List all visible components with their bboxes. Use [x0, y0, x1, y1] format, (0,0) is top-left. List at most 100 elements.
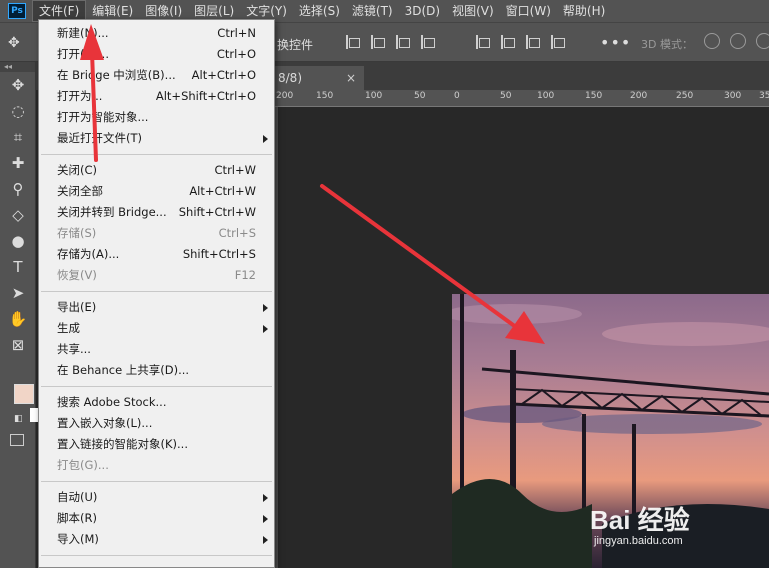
align-top-icon[interactable] — [476, 33, 490, 51]
ruler-label: 200 — [630, 91, 648, 101]
menu-item-close-all[interactable]: 关闭全部 Alt+Ctrl+W — [39, 181, 274, 202]
menu-item-label: 搜索 Adobe Stock... — [57, 395, 167, 409]
default-colors-icon[interactable]: ◧ — [14, 414, 23, 424]
menu-item-label: 存储(S) — [57, 226, 97, 240]
align-distribute-v-icon[interactable] — [551, 33, 565, 51]
menu-filter[interactable]: 滤镜(T) — [346, 0, 399, 22]
menu-separator — [41, 386, 272, 387]
move-tool-icon[interactable]: ✥ — [8, 35, 20, 51]
more-options-button[interactable]: ••• — [600, 33, 631, 52]
3d-mode-label: 3D 模式： — [641, 38, 693, 51]
3d-mode-icons — [704, 33, 769, 49]
menu-item-shortcut: Alt+Shift+Ctrl+O — [155, 89, 256, 103]
menu-help[interactable]: 帮助(H) — [557, 0, 611, 22]
foreground-color-swatch[interactable] — [14, 384, 34, 404]
ruler-label: 300 — [724, 91, 742, 101]
menu-item-label: 在 Behance 上共享(D)... — [57, 363, 190, 377]
ruler-label: 0 — [454, 91, 460, 101]
menu-item-open[interactable]: 打开(O)... Ctrl+O — [39, 44, 274, 65]
ruler-label: 100 — [537, 91, 555, 101]
healing-brush-icon[interactable]: ✚ — [0, 150, 36, 176]
ruler-label: 35 — [759, 91, 769, 101]
menu-item-search-adobe-stock[interactable]: 搜索 Adobe Stock... — [39, 392, 274, 413]
menu-separator — [41, 481, 272, 482]
ruler-label: 50 — [500, 91, 512, 101]
menu-separator — [41, 291, 272, 292]
submenu-arrow-icon — [263, 325, 268, 333]
menu-item-new[interactable]: 新建(N)... Ctrl+N — [39, 23, 274, 44]
menu-item-open-as[interactable]: 打开为... Alt+Shift+Ctrl+O — [39, 86, 274, 107]
menu-item-label: 打开为... — [57, 89, 103, 103]
collapse-panel-icon[interactable]: ◂◂ — [0, 62, 35, 72]
ruler-label: 250 — [676, 91, 694, 101]
3d-roll-icon[interactable] — [730, 33, 746, 49]
align-left-icon[interactable] — [346, 33, 360, 51]
eraser-tool-icon[interactable]: ◇ — [0, 202, 36, 228]
3d-orbit-icon[interactable] — [704, 33, 720, 49]
menu-item-label: 关闭(C) — [57, 163, 98, 177]
align-center-h-icon[interactable] — [371, 33, 385, 51]
horizontal-ruler: 200 150 100 50 0 50 100 150 200 250 300 … — [274, 90, 769, 107]
menu-item-share-behance[interactable]: 在 Behance 上共享(D)... — [39, 360, 274, 381]
menu-item-label: 关闭全部 — [57, 184, 103, 198]
align-right-icon[interactable] — [396, 33, 410, 51]
menu-select[interactable]: 选择(S) — [293, 0, 346, 22]
menu-item-close[interactable]: 关闭(C) Ctrl+W — [39, 160, 274, 181]
menu-item-browse-bridge[interactable]: 在 Bridge 中浏览(B)... Alt+Ctrl+O — [39, 65, 274, 86]
menu-item-label: 最近打开文件(T) — [57, 131, 142, 145]
submenu-arrow-icon — [263, 304, 268, 312]
menu-item-shortcut: Shift+Ctrl+W — [178, 205, 256, 219]
menu-item-label: 新建(N)... — [57, 26, 109, 40]
photoshop-logo-icon: Ps — [8, 3, 26, 19]
move-tool-icon[interactable]: ✥ — [0, 72, 36, 98]
3d-pan-icon[interactable] — [756, 33, 769, 49]
close-tab-icon[interactable]: × — [346, 66, 356, 90]
menu-item-export[interactable]: 导出(E) — [39, 297, 274, 318]
menu-3d[interactable]: 3D(D) — [399, 0, 446, 22]
submenu-arrow-icon — [263, 494, 268, 502]
menu-item-import[interactable]: 导入(M) — [39, 529, 274, 550]
menu-item-recent-files[interactable]: 最近打开文件(T) — [39, 128, 274, 149]
menu-item-label: 置入链接的智能对象(K)... — [57, 437, 188, 451]
menu-window[interactable]: 窗口(W) — [500, 0, 557, 22]
menu-view[interactable]: 视图(V) — [446, 0, 500, 22]
align-bottom-icon[interactable] — [526, 33, 540, 51]
type-tool-icon[interactable]: T — [0, 254, 36, 280]
quick-mask-icon[interactable] — [10, 434, 24, 446]
align-middle-v-icon[interactable] — [501, 33, 515, 51]
align-distribute-h-icon[interactable] — [421, 33, 435, 51]
background-color-swatch[interactable] — [30, 408, 38, 422]
file-menu-dropdown: 新建(N)... Ctrl+N 打开(O)... Ctrl+O 在 Bridge 中… — [38, 19, 275, 568]
menu-item-shortcut: Shift+Ctrl+S — [182, 247, 256, 261]
menu-item-place-embedded[interactable]: 置入嵌入对象(L)... — [39, 413, 274, 434]
menu-separator — [41, 555, 272, 556]
menu-item-revert[interactable]: 恢复(V) F12 — [39, 265, 274, 286]
stamp-tool-icon[interactable]: ⚲ — [0, 176, 36, 202]
menu-item-automate[interactable]: 自动(U) — [39, 487, 274, 508]
document-tab[interactable]: 8/8) × — [274, 66, 364, 90]
menu-item-generate[interactable]: 生成 — [39, 318, 274, 339]
menu-item-shortcut: Alt+Ctrl+O — [191, 68, 256, 82]
menu-item-place-linked[interactable]: 置入链接的智能对象(K)... — [39, 434, 274, 455]
menu-item-share[interactable]: 共享... — [39, 339, 274, 360]
baidu-logo: Bai 经验 — [590, 500, 690, 537]
frame-tool-icon[interactable]: ⊠ — [0, 332, 36, 358]
menu-item-package[interactable]: 打包(G)... — [39, 455, 274, 476]
hand-tool-icon[interactable]: ✋ — [0, 306, 36, 332]
menu-item-save-as[interactable]: 存储为(A)... Shift+Ctrl+S — [39, 244, 274, 265]
blur-tool-icon[interactable]: ● — [0, 228, 36, 254]
menu-item-close-go-bridge[interactable]: 关闭并转到 Bridge... Shift+Ctrl+W — [39, 202, 274, 223]
align-buttons — [346, 33, 435, 51]
ruler-label: 200 — [276, 91, 294, 101]
menu-item-label: 导出(E) — [57, 300, 97, 314]
transform-controls-label[interactable]: 换控件 — [277, 36, 313, 53]
menu-item-scripts[interactable]: 脚本(R) — [39, 508, 274, 529]
submenu-arrow-icon — [263, 135, 268, 143]
crop-tool-icon[interactable]: ⌗ — [0, 124, 36, 150]
menu-item-save[interactable]: 存储(S) Ctrl+S — [39, 223, 274, 244]
menu-item-open-as-smart-object[interactable]: 打开为智能对象... — [39, 107, 274, 128]
menu-item-label: 脚本(R) — [57, 511, 97, 525]
menu-item-label: 打开(O)... — [57, 47, 109, 61]
lasso-tool-icon[interactable]: ◌ — [0, 98, 36, 124]
path-selection-icon[interactable]: ➤ — [0, 280, 36, 306]
